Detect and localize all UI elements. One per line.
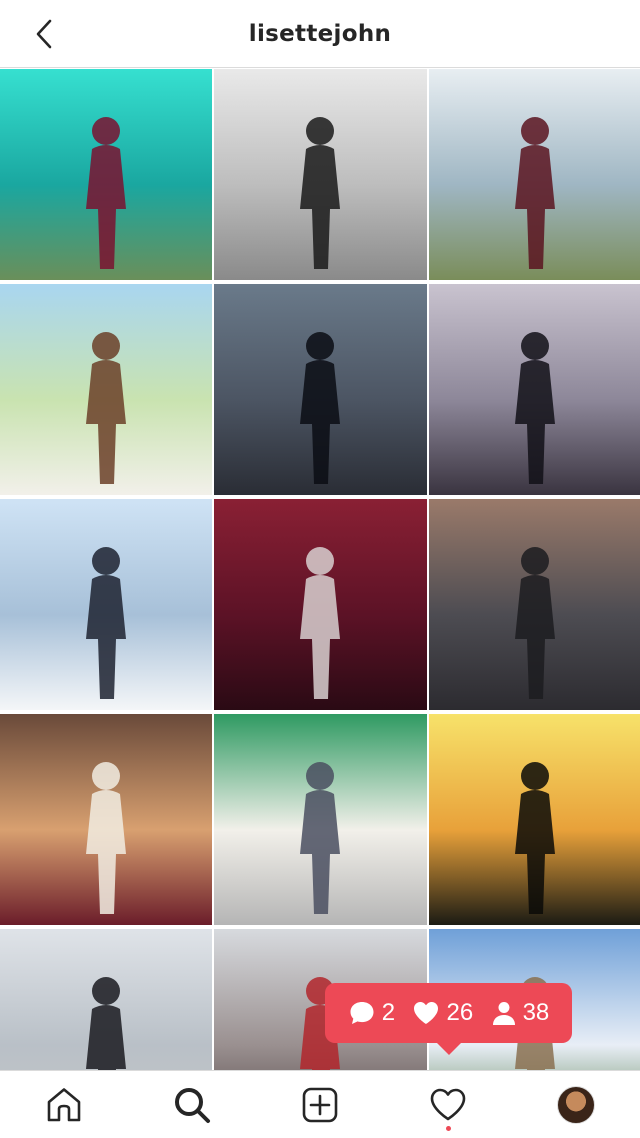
photo-image [300, 332, 340, 484]
page-title: lisettejohn [248, 20, 392, 47]
photo-tile[interactable] [0, 714, 212, 925]
photo-tile[interactable] [429, 714, 640, 925]
photo-image [515, 332, 555, 484]
photo-tile[interactable] [429, 499, 640, 710]
photo-tile[interactable] [0, 69, 212, 280]
nav-search[interactable] [160, 1073, 224, 1137]
comment-bubble-icon [350, 1002, 374, 1024]
heart-icon [414, 1002, 439, 1024]
photo-tile[interactable] [214, 714, 427, 925]
photo-image [300, 117, 340, 269]
home-icon [47, 1087, 81, 1121]
photo-tile[interactable] [0, 284, 212, 495]
photo-tile[interactable] [214, 284, 427, 495]
photo-tile[interactable] [214, 499, 427, 710]
photo-tile[interactable] [214, 69, 427, 280]
photo-image [300, 762, 340, 914]
comments-count: 2 [381, 999, 396, 1026]
photo-image [86, 332, 126, 484]
nav-home[interactable] [32, 1073, 96, 1137]
heart-outline-icon [430, 1088, 466, 1120]
bottom-navigation [0, 1070, 640, 1138]
search-icon [175, 1087, 210, 1123]
nav-activity[interactable] [416, 1073, 480, 1137]
top-bar: lisettejohn [0, 0, 640, 68]
photo-tile[interactable] [0, 499, 212, 710]
avatar [557, 1085, 595, 1124]
nav-profile[interactable] [544, 1073, 608, 1137]
photo-image [515, 117, 555, 269]
plus-square-icon [302, 1087, 338, 1122]
photo-image [515, 547, 555, 699]
nav-new-post[interactable] [288, 1073, 352, 1137]
likes-count: 26 [446, 999, 474, 1026]
photo-image [86, 547, 126, 699]
photo-tile[interactable] [429, 69, 640, 280]
chevron-left-icon [36, 19, 52, 49]
photo-image [86, 117, 126, 269]
photo-tile[interactable] [429, 284, 640, 495]
photo-image [300, 547, 340, 699]
photo-image [515, 762, 555, 914]
person-icon [492, 1002, 515, 1025]
followers-indicator: 38 [491, 999, 550, 1027]
likes-indicator: 26 [412, 999, 473, 1027]
back-button[interactable] [28, 18, 60, 50]
followers-count: 38 [522, 999, 550, 1026]
photo-grid [0, 69, 640, 1138]
notification-dot [446, 1125, 451, 1131]
photo-image [86, 762, 126, 914]
comments-indicator: 2 [348, 999, 395, 1027]
activity-notification-bubble[interactable]: 2 26 38 [325, 983, 572, 1055]
